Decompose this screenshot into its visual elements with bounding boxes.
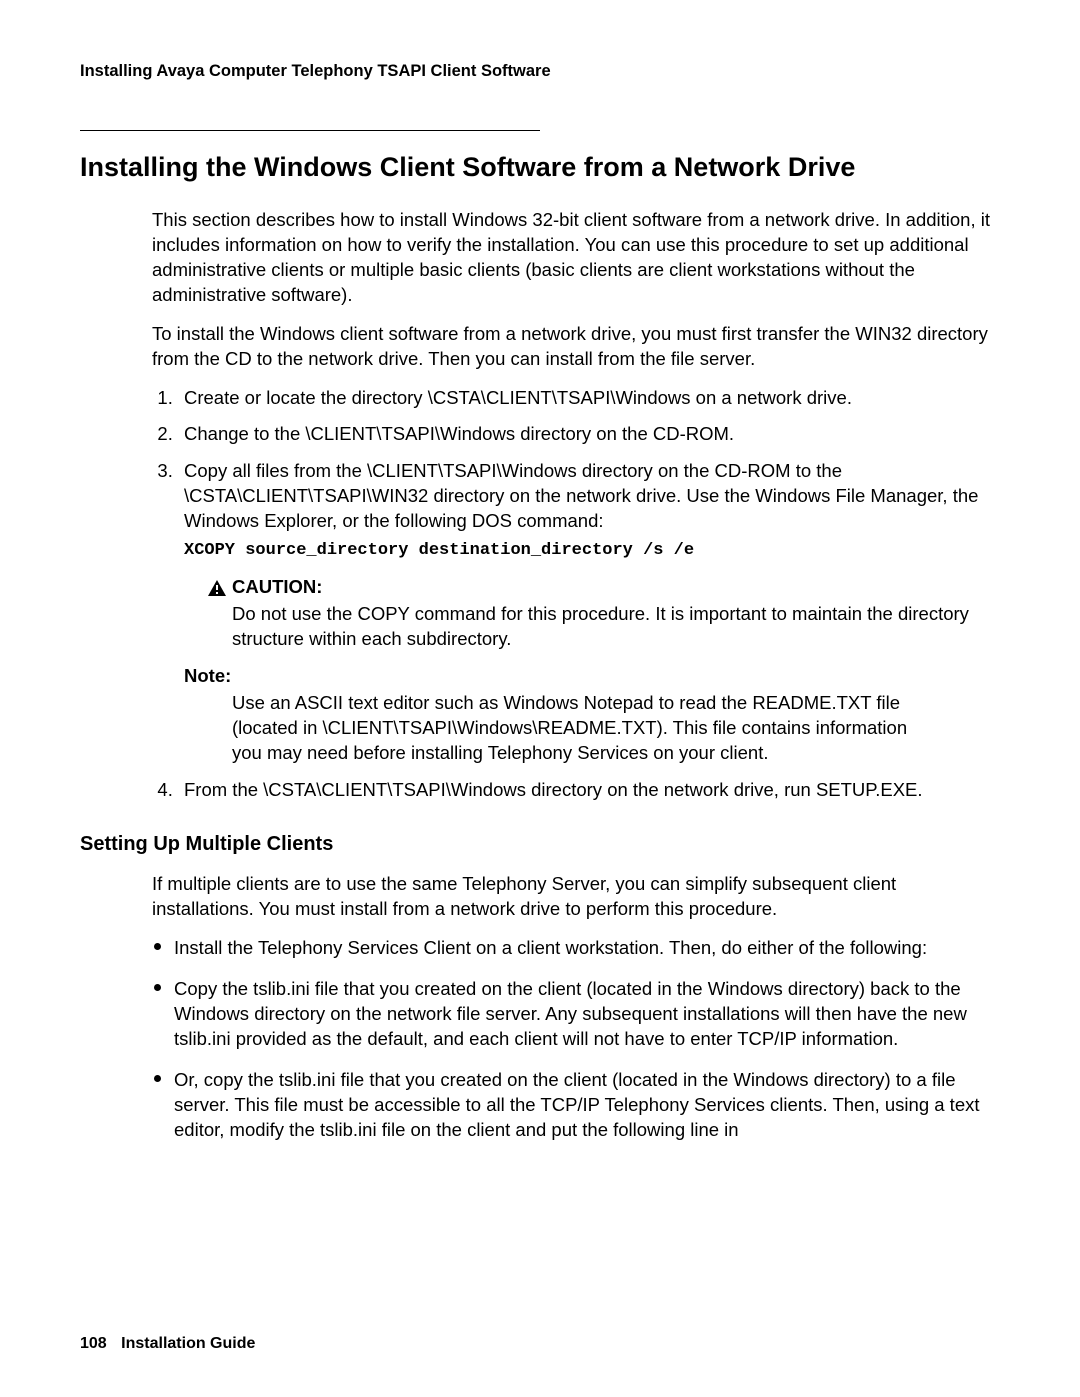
bullet-list: Install the Telephony Services Client on…	[152, 936, 1000, 1143]
step-2: Change to the \CLIENT\TSAPI\Windows dire…	[178, 422, 1000, 447]
subsection-title: Setting Up Multiple Clients	[80, 831, 1000, 858]
step-3-text: Copy all files from the \CLIENT\TSAPI\Wi…	[184, 460, 978, 531]
caution-body: Do not use the COPY command for this pro…	[232, 602, 1000, 652]
section-title: Installing the Windows Client Software f…	[80, 149, 1000, 185]
bullet-2: Copy the tslib.ini file that you created…	[152, 977, 1000, 1052]
bullet-3: Or, copy the tslib.ini file that you cre…	[152, 1068, 1000, 1143]
warning-icon	[208, 580, 226, 596]
intro-paragraph-1: This section describes how to install Wi…	[152, 208, 1000, 308]
intro-paragraph-2: To install the Windows client software f…	[152, 322, 1000, 372]
subsection-content: If multiple clients are to use the same …	[152, 872, 1000, 1143]
note-body: Use an ASCII text editor such as Windows…	[232, 691, 912, 766]
caution-label: CAUTION:	[232, 575, 322, 600]
step-1: Create or locate the directory \CSTA\CLI…	[178, 386, 1000, 411]
bullet-1: Install the Telephony Services Client on…	[152, 936, 1000, 961]
section-rule	[80, 130, 540, 131]
note-label: Note:	[184, 664, 1000, 689]
caution-block: CAUTION: Do not use the COPY command for…	[208, 575, 1000, 652]
sub-paragraph-1: If multiple clients are to use the same …	[152, 872, 1000, 922]
doc-title-footer: Installation Guide	[121, 1335, 255, 1352]
xcopy-command: XCOPY source_directory destination_direc…	[184, 540, 1000, 563]
step-4: From the \CSTA\CLIENT\TSAPI\Windows dire…	[178, 778, 1000, 803]
body-content: This section describes how to install Wi…	[152, 208, 1000, 803]
caution-heading: CAUTION:	[208, 575, 1000, 600]
step-3: Copy all files from the \CLIENT\TSAPI\Wi…	[178, 459, 1000, 766]
ordered-steps: Create or locate the directory \CSTA\CLI…	[152, 386, 1000, 804]
running-header: Installing Avaya Computer Telephony TSAP…	[80, 60, 1000, 82]
note-block: Note: Use an ASCII text editor such as W…	[184, 664, 1000, 766]
page-number: 108	[80, 1335, 107, 1352]
page-footer: 108 Installation Guide	[80, 1333, 255, 1355]
